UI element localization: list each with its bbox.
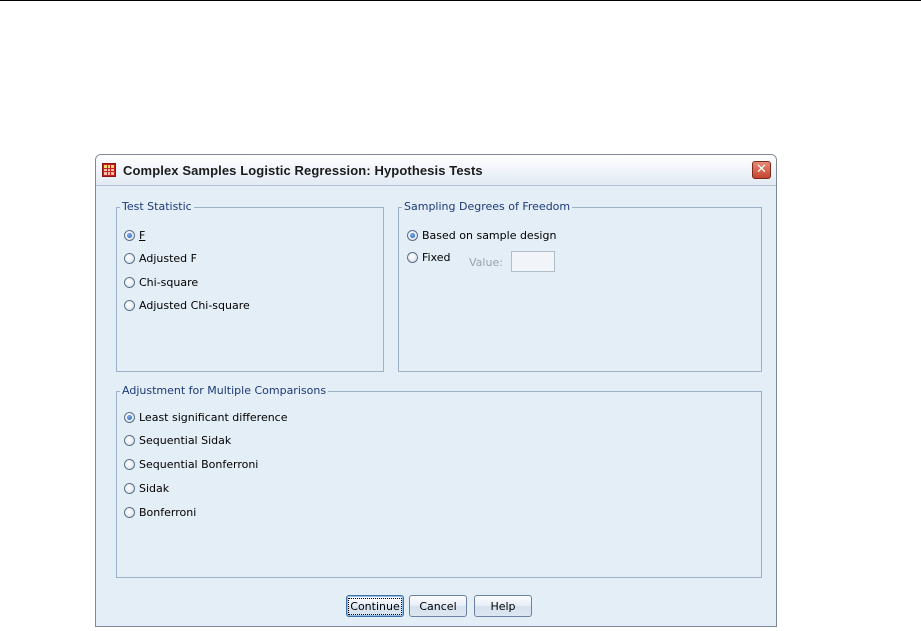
close-icon[interactable]: ✕	[752, 161, 771, 179]
radio-label-adjusted-f: Adjusted F	[139, 252, 197, 265]
radio-label-adjusted-chi-square: Adjusted Chi-square	[139, 299, 250, 312]
radio-label-f: F	[139, 229, 146, 242]
value-label: Value:	[469, 256, 503, 269]
test-statistic-title: Test Statistic	[120, 200, 194, 214]
radio-adjusted-f[interactable]: Adjusted F	[124, 252, 197, 265]
radio-based-on-sample-design[interactable]: Based on sample design	[407, 229, 556, 242]
help-button[interactable]: Help	[474, 595, 532, 617]
radio-fixed[interactable]: Fixed	[407, 251, 451, 264]
help-label: Help	[490, 599, 516, 613]
radio-sequential-bonferroni[interactable]: Sequential Bonferroni	[124, 458, 258, 471]
multiple-comparisons-title: Adjustment for Multiple Comparisons	[120, 384, 329, 398]
radio-sequential-sidak[interactable]: Sequential Sidak	[124, 434, 231, 447]
radio-label-lsd: Least significant difference	[139, 411, 288, 424]
radio-label-sequential-sidak: Sequential Sidak	[139, 434, 232, 447]
spss-table-icon	[102, 163, 116, 177]
radio-button[interactable]	[124, 435, 135, 446]
radio-chi-square[interactable]: Chi-square	[124, 276, 198, 289]
hypothesis-tests-dialog: Complex Samples Logistic Regression: Hyp…	[95, 154, 777, 627]
radio-label-bonferroni: Bonferroni	[139, 506, 197, 519]
radio-button[interactable]	[124, 253, 135, 264]
continue-button[interactable]: Continue	[346, 595, 404, 617]
radio-button[interactable]	[124, 459, 135, 470]
radio-least-significant-difference[interactable]: Least significant difference	[124, 411, 288, 424]
radio-button[interactable]	[407, 252, 418, 263]
radio-label-chi-square: Chi-square	[139, 276, 199, 289]
cancel-button[interactable]: Cancel	[409, 595, 467, 617]
radio-label-sequential-bonferroni: Sequential Bonferroni	[139, 458, 259, 471]
top-rule	[0, 0, 921, 1]
dialog-title: Complex Samples Logistic Regression: Hyp…	[123, 163, 483, 178]
value-input[interactable]	[511, 251, 555, 272]
title-bar[interactable]: Complex Samples Logistic Regression: Hyp…	[96, 155, 776, 186]
cancel-label: Cancel	[419, 599, 457, 613]
sampling-df-title: Sampling Degrees of Freedom	[402, 200, 573, 214]
continue-label: Continue	[348, 597, 402, 615]
radio-button[interactable]	[124, 230, 135, 241]
radio-button[interactable]	[124, 300, 135, 311]
test-statistic-group: Test Statistic	[116, 200, 384, 372]
radio-f[interactable]: F	[124, 229, 145, 242]
radio-button[interactable]	[407, 230, 418, 241]
radio-button[interactable]	[124, 277, 135, 288]
radio-button[interactable]	[124, 412, 135, 423]
radio-label-fixed: Fixed	[422, 251, 451, 264]
radio-bonferroni[interactable]: Bonferroni	[124, 506, 196, 519]
radio-label-based-on-sample-design: Based on sample design	[422, 229, 557, 242]
radio-button[interactable]	[124, 483, 135, 494]
radio-button[interactable]	[124, 507, 135, 518]
radio-adjusted-chi-square[interactable]: Adjusted Chi-square	[124, 299, 250, 312]
radio-label-sidak: Sidak	[139, 482, 170, 495]
radio-sidak[interactable]: Sidak	[124, 482, 169, 495]
